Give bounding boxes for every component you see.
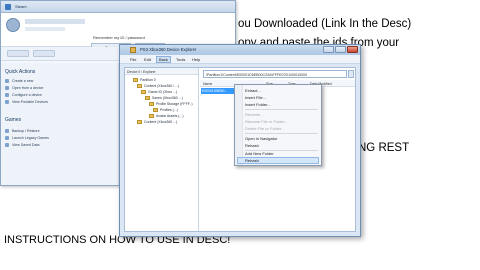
item-icon: [5, 136, 9, 140]
ctx-item-extract[interactable]: Extract...: [245, 88, 261, 93]
tree-item[interactable]: Saves (Xbox360 ...): [145, 96, 183, 100]
tree-item[interactable]: Game ID (Xbox ...): [141, 90, 177, 94]
column-name[interactable]: Name: [203, 82, 212, 86]
context-menu-gutter: [235, 85, 243, 165]
ctx-item-rename[interactable]: Rename...: [245, 112, 263, 117]
address-bar[interactable]: \Partition1\Content\E00001D5EB00C20A\FFF…: [203, 70, 347, 78]
maximize-button[interactable]: [335, 46, 346, 53]
ctx-item-delete[interactable]: Delete File or Folder...: [245, 126, 284, 131]
bg-text-line-3: NG REST: [358, 142, 410, 154]
left-window-titlebar[interactable]: Steam: [1, 1, 235, 13]
ctx-item-insert-file[interactable]: Insert File...: [245, 95, 266, 100]
section-heading-quick-actions: Quick Actions: [5, 69, 36, 75]
tree-item[interactable]: Profiles (...): [153, 108, 178, 112]
folder-icon: [137, 84, 142, 88]
folder-icon: [145, 96, 150, 100]
sidebar-item[interactable]: View Portable Devices: [5, 100, 48, 104]
toolbar-chip[interactable]: [33, 50, 55, 57]
item-icon: [5, 79, 9, 83]
sidebar-item[interactable]: View Saved Data: [5, 143, 40, 147]
tree-header: Device 0 / Explorer: [125, 68, 198, 75]
tree-item[interactable]: Partition 0: [133, 78, 156, 82]
remember-checkbox[interactable]: Remember my ID / password: [93, 35, 145, 40]
left-sidebar: Quick Actions Create a new Open from a d…: [1, 63, 119, 185]
screen: ou Downloaded (Link In the Desc) opy and…: [0, 0, 480, 270]
explorer-menubar: File Edit Back Tools Help: [120, 55, 360, 64]
item-icon: [5, 143, 9, 147]
account-name-bar: [25, 19, 85, 24]
folder-icon: [133, 78, 138, 82]
menu-tools[interactable]: Tools: [174, 57, 187, 62]
tree-item[interactable]: Avatar Assets (...): [149, 114, 184, 118]
toolbar-chip[interactable]: [7, 50, 29, 57]
context-menu: Extract... Insert File... Insert Folder.…: [234, 84, 322, 166]
folder-icon: [141, 90, 146, 94]
sidebar-item[interactable]: Create a new: [5, 79, 33, 83]
ctx-item-insert-folder[interactable]: Insert Folder...: [245, 102, 271, 107]
bg-text-line-1: ou Downloaded (Link In the Desc): [238, 18, 412, 30]
folder-icon: [130, 47, 136, 53]
tree-item[interactable]: Content (Xbox360 ...): [137, 120, 177, 124]
sidebar-item[interactable]: Configure a device: [5, 93, 42, 97]
item-icon: [5, 100, 9, 104]
minimize-button[interactable]: [323, 46, 334, 53]
menu-help[interactable]: Help: [190, 57, 202, 62]
folder-icon: [153, 108, 158, 112]
sidebar-item[interactable]: Open from a device: [5, 86, 43, 90]
tree-item[interactable]: Content (Xbox360 / ...): [137, 84, 179, 88]
sidebar-item[interactable]: Backup / Restore: [5, 129, 40, 133]
account-header: Remember my ID / password Sign in: [1, 13, 235, 51]
menu-separator: [245, 109, 318, 110]
item-icon: [5, 129, 9, 133]
menu-edit[interactable]: Edit: [142, 57, 153, 62]
ctx-item-rename-file[interactable]: Rename File or Folder...: [245, 119, 288, 124]
section-heading-games: Games: [5, 117, 22, 123]
item-icon: [5, 93, 9, 97]
sidebar-item[interactable]: Launch Legacy Games: [5, 136, 49, 140]
ctx-item-open-navigator[interactable]: Open in Navigator: [245, 136, 277, 141]
folder-icon: [137, 120, 142, 124]
ctx-item-add-folder[interactable]: Add New Folder: [245, 151, 274, 156]
close-button[interactable]: [347, 46, 358, 53]
menu-separator: [245, 133, 318, 134]
folder-icon: [149, 102, 154, 106]
folder-icon: [149, 114, 154, 118]
folder-tree: Device 0 / Explorer Partition 0 Content …: [125, 68, 199, 231]
item-icon: [5, 86, 9, 90]
app-icon: [5, 4, 11, 10]
address-go-button[interactable]: [348, 70, 354, 78]
explorer-titlebar[interactable]: PS3 Xbox360 Device Explorer: [120, 45, 360, 55]
account-status-bar: [25, 27, 65, 31]
menu-back[interactable]: Back: [156, 56, 171, 63]
tree-item[interactable]: Profile Storage (FFFF..): [149, 102, 193, 106]
ctx-item-rehash[interactable]: Rehash: [245, 143, 259, 148]
avatar[interactable]: [6, 18, 20, 32]
left-window-title: Steam: [15, 4, 27, 9]
ctx-item-rehash-2[interactable]: Rehash: [245, 158, 259, 163]
explorer-title: PS3 Xbox360 Device Explorer: [140, 47, 197, 52]
menu-file[interactable]: File: [128, 57, 138, 62]
